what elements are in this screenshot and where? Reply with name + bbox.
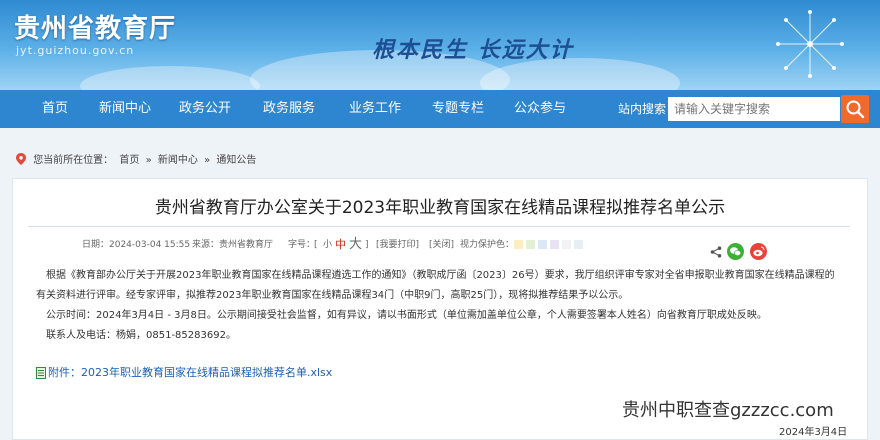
title-divider <box>28 226 850 227</box>
nav-item-participation[interactable]: 公众参与 <box>514 90 566 128</box>
eye-color-swatch-light[interactable] <box>574 240 583 249</box>
share-icon[interactable] <box>710 246 722 258</box>
watermark: 贵州中职查查gzzzcc.com <box>622 400 834 421</box>
nav-item-topics[interactable]: 专题专栏 <box>432 90 484 128</box>
font-large-button[interactable]: 大 <box>349 238 362 252</box>
search-icon <box>846 100 865 119</box>
search-input[interactable] <box>668 97 840 121</box>
close-button[interactable]: [关闭] <box>429 238 454 252</box>
breadcrumb-home[interactable]: 首页 <box>119 155 139 166</box>
eye-color-swatch-yellow[interactable] <box>514 240 523 249</box>
footer-date: 2024年3月4日 <box>779 427 848 438</box>
bracket-open: [ <box>314 240 318 250</box>
eye-protect-label: 视力保护色： <box>460 240 515 250</box>
eye-color-swatch-green[interactable] <box>526 240 535 249</box>
nav-item-home[interactable]: 首页 <box>42 90 68 128</box>
eye-color-swatch-purple[interactable] <box>550 240 559 249</box>
location-icon <box>16 153 26 165</box>
search-button[interactable] <box>841 95 869 123</box>
breadcrumb: 您当前所在位置： 首页 » 新闻中心 » 通知公告 <box>16 153 259 169</box>
breadcrumb-notices[interactable]: 通知公告 <box>216 155 256 166</box>
font-medium-button[interactable]: 中 <box>335 238 346 252</box>
article-source: 来源：贵州省教育厅 <box>192 240 274 250</box>
dandelion-icon <box>776 10 844 78</box>
eye-color-swatch-blue[interactable] <box>538 240 547 249</box>
font-small-button[interactable]: 小 <box>323 238 332 252</box>
breadcrumb-prefix: 您当前所在位置： <box>33 155 114 166</box>
nav-item-gov-service[interactable]: 政务服务 <box>263 90 315 128</box>
site-title[interactable]: 贵州省教育厅 <box>14 8 176 45</box>
wechat-icon[interactable] <box>727 243 744 260</box>
weibo-icon[interactable] <box>750 243 767 260</box>
eye-color-swatch-gray[interactable] <box>562 240 571 249</box>
font-size-label: 字号： <box>288 240 316 250</box>
site-banner: 贵州省教育厅 jyt.guizhou.gov.cn 根本民生 长远大计 <box>0 0 880 90</box>
breadcrumb-news[interactable]: 新闻中心 <box>158 155 198 166</box>
print-button[interactable]: [我要打印] <box>376 238 419 252</box>
site-url: jyt.guizhou.gov.cn <box>16 44 135 57</box>
banner-cloud <box>80 66 260 90</box>
article-paragraph: 根据《教育部办公厅关于开展2023年职业教育国家在线精品课程遴选工作的通知》（教… <box>46 270 835 281</box>
nav-item-business[interactable]: 业务工作 <box>349 90 401 128</box>
bracket-close: ] <box>365 240 369 250</box>
article-title: 贵州省教育厅办公室关于2023年职业教育国家在线精品课程拟推荐名单公示 <box>154 198 726 218</box>
article-paragraph: 有关资料进行评审。经专家评审，拟推荐2023年职业教育国家在线精品课程34门（中… <box>36 290 629 301</box>
article-paragraph: 公示时间：2024年3月4日 - 3月8日。公示期间接受社会监督，如有异议，请以… <box>46 310 767 321</box>
breadcrumb-separator: » <box>145 155 152 166</box>
breadcrumb-separator: » <box>204 155 211 166</box>
site-slogan: 根本民生 长远大计 <box>372 37 574 63</box>
attachment-link[interactable]: 附件：2023年职业教育国家在线精品课程拟推荐名单.xlsx <box>48 366 332 380</box>
nav-item-news[interactable]: 新闻中心 <box>99 90 151 128</box>
attachment-icon <box>36 367 46 379</box>
nav-item-gov-open[interactable]: 政务公开 <box>179 90 231 128</box>
article-paragraph: 联系人及电话：杨娟，0851-85283692。 <box>46 330 236 341</box>
article-date: 日期：2024-03-04 15:55 <box>82 240 191 250</box>
